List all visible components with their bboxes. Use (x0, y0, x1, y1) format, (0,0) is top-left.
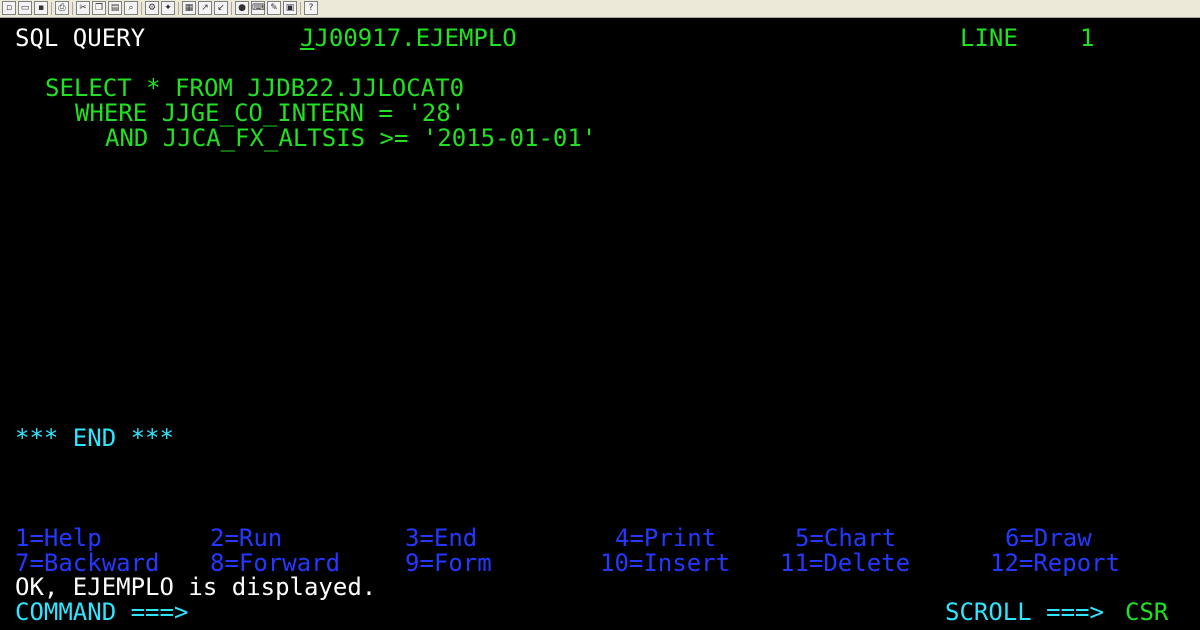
line-number-field[interactable]: 1 (1080, 26, 1094, 51)
query-name-rest: J00917.EJEMPLO (314, 24, 517, 52)
query-line[interactable]: WHERE JJGE_CO_INTERN = '28' (75, 101, 465, 126)
send-icon[interactable]: ↗ (198, 1, 212, 15)
display-icon[interactable]: ▣ (283, 1, 297, 15)
copy-icon[interactable]: ❐ (92, 1, 106, 15)
pf-key-delete[interactable]: 11=Delete (780, 551, 910, 576)
open-icon[interactable]: ▭ (18, 1, 32, 15)
terminal-screen: SQL QUERY JJ00917.EJEMPLO LINE 1 SELECT … (0, 18, 1200, 630)
pf-key-print[interactable]: 4=Print (615, 526, 716, 551)
scroll-label: SCROLL ===> (945, 598, 1104, 626)
emulator-toolbar: ▫ ▭ ▪ ⎙ ✂ ❐ ▤ ⌕ ⚙ ✦ ▦ ↗ ↙ ● ⌨ ✎ ▣ ? (0, 0, 1200, 18)
pf-key-chart[interactable]: 5=Chart (795, 526, 896, 551)
settings-icon[interactable]: ⚙ (145, 1, 159, 15)
pf-key-form[interactable]: 9=Form (405, 551, 492, 576)
cursor: J (300, 24, 315, 52)
end-marker: *** END *** (15, 424, 174, 452)
save-icon[interactable]: ▪ (34, 1, 48, 15)
command-input[interactable] (210, 600, 910, 625)
scroll-amount-field[interactable]: CSR (1125, 600, 1168, 625)
tools-icon[interactable]: ✦ (161, 1, 175, 15)
pf-key-run[interactable]: 2=Run (210, 526, 282, 551)
pf-key-insert[interactable]: 10=Insert (600, 551, 730, 576)
pf-key-end[interactable]: 3=End (405, 526, 477, 551)
command-label: COMMAND ===> (15, 598, 189, 626)
cut-icon[interactable]: ✂ (76, 1, 90, 15)
help-icon[interactable]: ? (304, 1, 318, 15)
color-icon[interactable]: ● (235, 1, 249, 15)
query-line[interactable]: AND JJCA_FX_ALTSIS >= '2015-01-01' (105, 126, 596, 151)
receive-icon[interactable]: ↙ (214, 1, 228, 15)
edit-icon[interactable]: ✎ (267, 1, 281, 15)
pf-key-help[interactable]: 1=Help (15, 526, 102, 551)
query-line[interactable]: SELECT * FROM JJDB22.JJLOCAT0 (45, 76, 464, 101)
pf-key-report[interactable]: 12=Report (990, 551, 1120, 576)
panel-title: SQL QUERY (15, 24, 146, 52)
line-label: LINE (960, 24, 1018, 52)
macro-icon[interactable]: ▦ (182, 1, 196, 15)
print-icon[interactable]: ⎙ (55, 1, 69, 15)
status-message: OK, EJEMPLO is displayed. (15, 573, 377, 601)
find-icon[interactable]: ⌕ (124, 1, 138, 15)
paste-icon[interactable]: ▤ (108, 1, 122, 15)
new-icon[interactable]: ▫ (2, 1, 16, 15)
keyboard-icon[interactable]: ⌨ (251, 1, 265, 15)
pf-key-draw[interactable]: 6=Draw (1005, 526, 1092, 551)
query-name-field[interactable]: JJ00917.EJEMPLO (300, 26, 517, 51)
